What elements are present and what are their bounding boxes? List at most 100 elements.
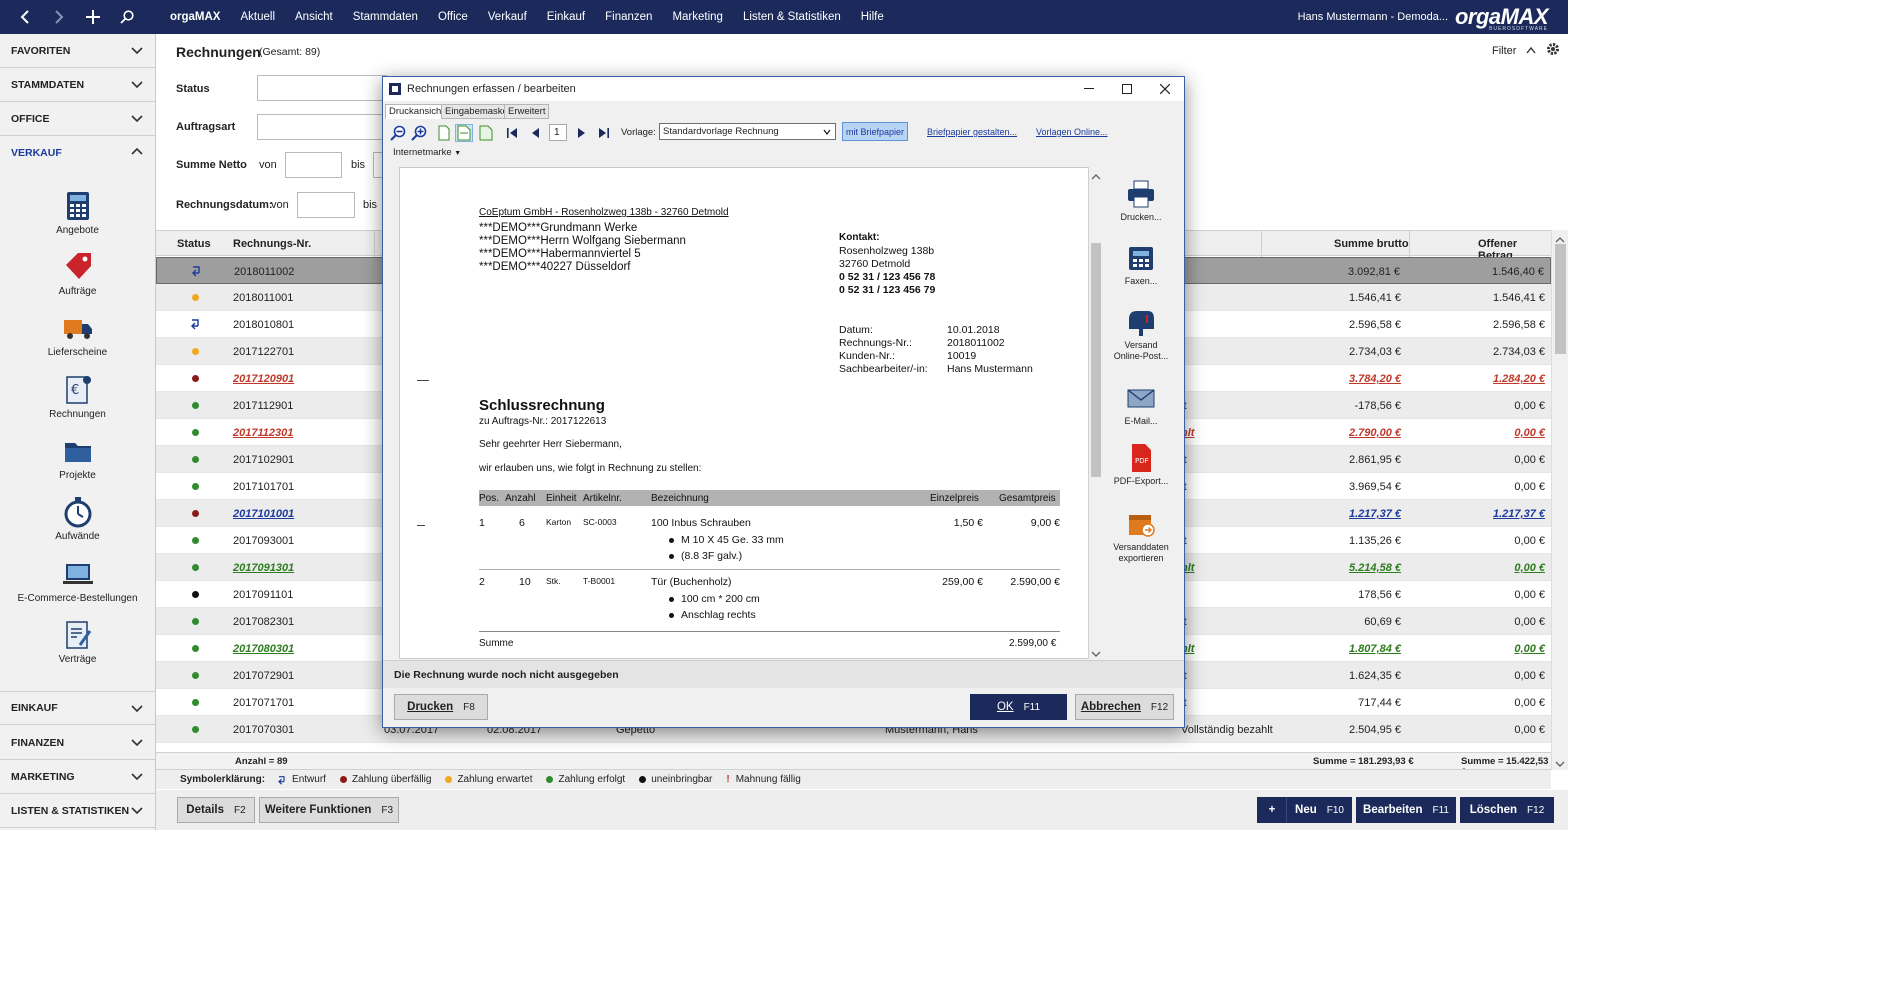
scroll-thumb[interactable]	[1555, 244, 1566, 354]
item-bezeichnung: 100 Inbus Schrauben	[651, 517, 751, 529]
datum-von-input[interactable]	[297, 192, 355, 218]
menu-item-8[interactable]: Marketing	[662, 11, 733, 23]
tab-erweitert[interactable]: Erweitert	[504, 104, 550, 119]
sidebar-section-listen[interactable]: LISTEN & STATISTIKEN	[0, 794, 155, 828]
sidebar-section-einkauf[interactable]: EINKAUF	[0, 691, 155, 725]
loeschen-button[interactable]: Löschen F12	[1460, 797, 1554, 823]
zoom-out-icon[interactable]	[389, 124, 407, 142]
sidebar-section-stammdaten[interactable]: STAMMDATEN	[0, 68, 155, 102]
invoice-preview[interactable]: CoEptum GmbH - Rosenholzweg 138b - 32760…	[399, 167, 1089, 659]
menu-item-3[interactable]: Stammdaten	[343, 11, 428, 23]
column-status[interactable]: Status	[177, 238, 211, 250]
ok-button[interactable]: OK F11	[970, 694, 1067, 720]
item-detail: 100 cm * 200 cm	[669, 593, 760, 605]
action-email[interactable]: E-Mail...	[1107, 383, 1175, 426]
minimize-icon[interactable]	[1070, 77, 1108, 101]
sidebar-section-finanzen[interactable]: FINANZEN	[0, 726, 155, 760]
search-icon[interactable]	[110, 0, 144, 34]
vorlagen-online-link[interactable]: Vorlagen Online...	[1036, 127, 1108, 137]
status-dot	[192, 483, 199, 490]
page-full-icon[interactable]	[477, 124, 495, 142]
menu-item-4[interactable]: Office	[428, 11, 478, 23]
scroll-down-icon[interactable]	[1555, 758, 1565, 767]
column-summe-brutto[interactable]: Summe brutto	[1334, 238, 1409, 250]
sidebar-section-verkauf[interactable]: VERKAUF	[0, 136, 155, 170]
abbrechen-button[interactable]: Abbrechen F12	[1075, 694, 1174, 720]
sidebar-app-vertraege[interactable]: Verträge	[0, 619, 155, 665]
menu-item-6[interactable]: Einkauf	[537, 11, 595, 23]
briefpapier-toggle[interactable]: mit Briefpapier	[842, 122, 908, 141]
previous-page-icon[interactable]	[526, 124, 544, 142]
menu-item-9[interactable]: Listen & Statistiken	[733, 11, 851, 23]
plus-icon[interactable]: +	[1257, 797, 1287, 823]
first-page-icon[interactable]	[503, 124, 521, 142]
menu-item-2[interactable]: Ansicht	[285, 11, 343, 23]
tab-eingabemaske[interactable]: Eingabemaske	[441, 104, 512, 119]
action-drucken[interactable]: Drucken...	[1107, 179, 1175, 222]
close-icon[interactable]	[1146, 77, 1184, 101]
status-filter[interactable]	[257, 75, 387, 101]
action-faxen[interactable]: Faxen...	[1107, 243, 1175, 286]
sidebar-app-rechnungen[interactable]: € Rechnungen	[0, 374, 155, 420]
last-page-icon[interactable]	[595, 124, 613, 142]
internetmarke-menu[interactable]: Internetmarke ▼	[393, 147, 461, 158]
menu-item-5[interactable]: Verkauf	[478, 11, 537, 23]
menu-item-0[interactable]: orgaMAX	[160, 11, 230, 23]
page-single-icon[interactable]	[435, 124, 453, 142]
sidebar-section-marketing[interactable]: MARKETING	[0, 760, 155, 794]
vorlage-select[interactable]: Standardvorlage Rechnung	[659, 123, 836, 140]
sidebar-app-ecommerce[interactable]: E-Commerce-Bestellungen	[0, 558, 155, 604]
summe-netto-von-input[interactable]	[285, 152, 342, 178]
briefpapier-gestalten-link[interactable]: Briefpapier gestalten...	[927, 127, 1017, 137]
bearbeiten-button[interactable]: Bearbeiten F11	[1356, 797, 1456, 823]
sidebar-app-aufwaende[interactable]: Aufwände	[0, 496, 155, 542]
weitere-funktionen-button[interactable]: Weitere Funktionen F3	[259, 797, 399, 823]
action-versand-online-post[interactable]: Versand Online-Post...	[1107, 307, 1175, 362]
bullet-icon	[669, 553, 674, 559]
table-scrollbar[interactable]	[1551, 230, 1568, 770]
bottom-toolbar: Details F2 Weitere Funktionen F3 + Neu F10 …	[156, 790, 1568, 830]
table-footer: Anzahl = 89 Summe = 181.293,93 € Summe =…	[156, 752, 1551, 778]
menu-item-1[interactable]: Aktuell	[230, 11, 285, 23]
menu-item-10[interactable]: Hilfe	[851, 11, 894, 23]
forward-icon[interactable]	[42, 0, 76, 34]
sidebar-section-favoriten[interactable]: FAVORITEN	[0, 34, 155, 68]
doc-line: Rechnungs-Nr.:	[839, 337, 912, 349]
action-versanddaten-exportieren[interactable]: Versanddaten exportieren	[1107, 509, 1175, 564]
gear-icon[interactable]	[1546, 42, 1560, 56]
next-page-icon[interactable]	[573, 124, 591, 142]
column-rechnungs-nr[interactable]: Rechnungs-Nr.	[233, 238, 311, 250]
maximize-icon[interactable]	[1108, 77, 1146, 101]
details-button[interactable]: Details F2	[177, 797, 255, 823]
back-icon[interactable]	[8, 0, 42, 34]
sidebar-app-angebote[interactable]: Angebote	[0, 190, 155, 236]
sidebar-app-lieferscheine[interactable]: Lieferscheine	[0, 312, 155, 358]
page-number-input[interactable]: 1	[549, 124, 567, 141]
neu-button[interactable]: Neu F10	[1287, 797, 1352, 823]
filter-toggle[interactable]: Filter	[1492, 45, 1516, 57]
menu-item-7[interactable]: Finanzen	[595, 11, 662, 23]
offener-betrag: 2.596,58 €	[1493, 319, 1545, 331]
sidebar-app-projekte[interactable]: Projekte	[0, 435, 155, 481]
status-dot	[192, 726, 199, 733]
scroll-down-icon[interactable]	[1091, 648, 1101, 660]
status-dot	[192, 537, 199, 544]
zoom-in-icon[interactable]	[410, 124, 428, 142]
preview-scrollbar[interactable]	[1088, 167, 1102, 659]
offener-betrag: 0,00 €	[1514, 670, 1545, 682]
add-icon[interactable]	[76, 0, 110, 34]
offener-betrag: 0,00 €	[1514, 697, 1545, 709]
tab-druckansicht[interactable]: Druckansicht	[385, 104, 448, 119]
drucken-button[interactable]: Drucken F8	[394, 694, 488, 720]
scroll-up-icon[interactable]	[1555, 234, 1565, 243]
auftragsart-filter[interactable]	[257, 114, 387, 140]
user-name[interactable]: Hans Mustermann - Demoda...	[1298, 11, 1448, 23]
scroll-up-icon[interactable]	[1091, 171, 1101, 183]
rechnungs-nr: 2017112901	[233, 400, 294, 412]
sidebar-app-auftraege[interactable]: Aufträge	[0, 251, 155, 297]
sidebar-section-office[interactable]: OFFICE	[0, 102, 155, 136]
action-pdf-export[interactable]: PDF PDF-Export...	[1107, 443, 1175, 486]
page-width-icon[interactable]	[455, 124, 473, 142]
scroll-thumb[interactable]	[1091, 243, 1101, 477]
chevron-up-icon[interactable]	[1526, 46, 1536, 54]
